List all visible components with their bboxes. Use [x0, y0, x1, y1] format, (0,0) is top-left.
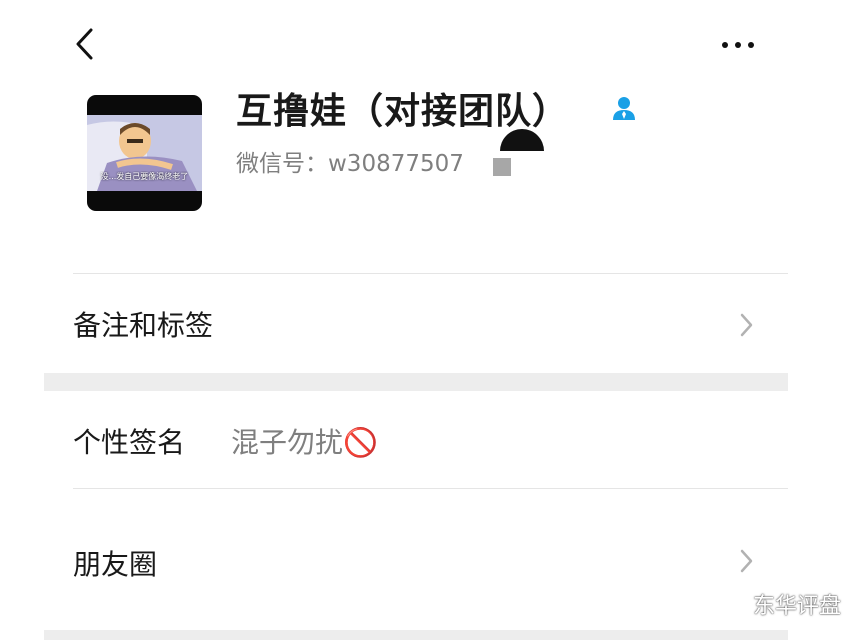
signature-value: 混子勿扰🚫	[231, 426, 378, 459]
chevron-left-icon	[76, 28, 93, 60]
avatar[interactable]: 没...发自己要像渴终老了	[87, 95, 202, 211]
watermark-text: 东华评盘	[753, 594, 842, 619]
wechat-icon	[710, 591, 744, 614]
more-button[interactable]	[716, 30, 760, 60]
more-horizontal-icon	[722, 42, 728, 48]
section-gap	[44, 373, 788, 391]
chevron-right-icon	[740, 313, 753, 337]
remarks-tags-label: 备注和标签	[73, 309, 214, 342]
avatar-caption: 没...发自己要像渴终老了	[100, 172, 189, 181]
wechat-id: 微信号：w30877507	[236, 151, 464, 177]
moments-label: 朋友圈	[73, 548, 158, 581]
signature-row: 个性签名 混子勿扰🚫	[44, 391, 788, 488]
moments-row[interactable]: 朋友圈	[44, 489, 788, 630]
signature-label: 个性签名	[73, 426, 186, 459]
contact-person-icon	[613, 97, 635, 120]
chevron-right-icon	[740, 549, 753, 573]
watermark: 东华评盘	[708, 588, 858, 619]
profile-screen: 没...发自己要像渴终老了 互撸娃（对接团队） 微信号：w30877507 备注…	[44, 0, 788, 640]
redaction-block	[493, 158, 511, 176]
back-button[interactable]	[68, 26, 104, 62]
remarks-tags-row[interactable]: 备注和标签	[44, 274, 788, 373]
section-gap	[44, 630, 788, 640]
